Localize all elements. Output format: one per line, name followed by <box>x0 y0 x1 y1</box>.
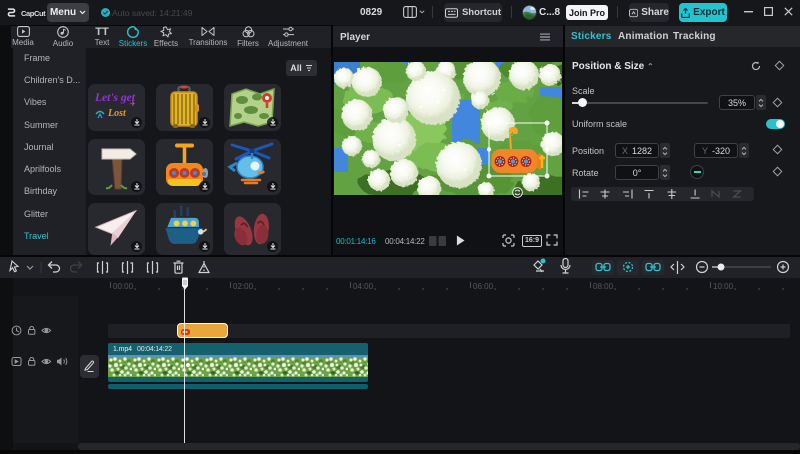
svg-text:Lost: Lost <box>107 108 127 119</box>
svg-text:✈: ✈ <box>130 101 136 108</box>
